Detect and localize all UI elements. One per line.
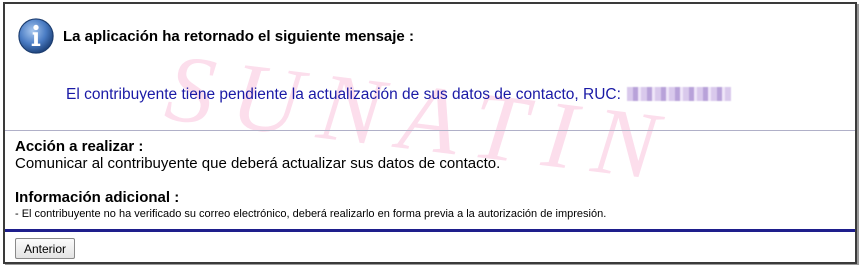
- action-text: Comunicar al contribuyente que deberá ac…: [15, 155, 501, 172]
- action-heading: Acción a realizar :: [15, 138, 144, 155]
- watermark: SUNATIN: [160, 33, 682, 202]
- dialog-title: La aplicación ha retornado el siguiente …: [63, 27, 414, 45]
- back-button[interactable]: Anterior: [15, 238, 76, 259]
- message-dialog: SUNATIN La aplicación ha retornado el si…: [3, 2, 857, 264]
- dialog-header: La aplicación ha retornado el siguiente …: [17, 16, 414, 56]
- main-message: El contribuyente tiene pendiente la actu…: [66, 86, 731, 104]
- main-message-text: El contribuyente tiene pendiente la actu…: [66, 86, 621, 103]
- additional-info-heading: Información adicional :: [15, 189, 180, 206]
- additional-info-text: - El contribuyente no ha verificado su c…: [15, 208, 607, 220]
- info-icon: [18, 18, 54, 54]
- ruc-redacted: [626, 87, 731, 101]
- footer-divider: [5, 229, 855, 232]
- divider: [5, 130, 855, 131]
